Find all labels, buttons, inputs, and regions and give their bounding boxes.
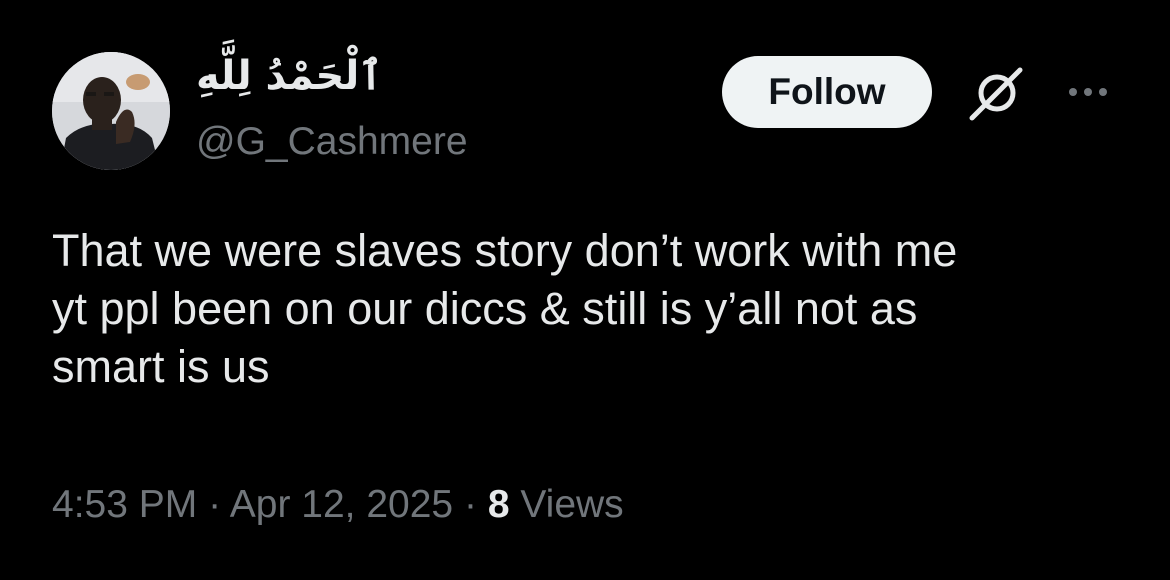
avatar[interactable]: [52, 52, 170, 170]
tweet-date[interactable]: Apr 12, 2025: [230, 483, 453, 526]
tweet-text-line: smart is us: [52, 341, 270, 392]
display-name[interactable]: ٱلْحَمْدُ لِلَّهِ: [196, 52, 383, 100]
separator: ·: [463, 483, 477, 526]
user-handle[interactable]: @G_Cashmere: [196, 118, 468, 166]
tweet-text-line: yt ppl been on our diccs & still is y’al…: [52, 283, 918, 334]
separator: ·: [208, 483, 222, 526]
tweet-card: ٱلْحَمْدُ لِلَّهِ @G_Cashmere Follow Tha…: [0, 0, 1170, 580]
tweet-text: That we were slaves story don’t work wit…: [52, 222, 1142, 396]
tweet-text-line: That we were slaves story don’t work wit…: [52, 225, 958, 276]
tweet-meta: 4:53 PM · Apr 12, 2025 · 8 Views: [52, 480, 624, 530]
profile-photo-icon: [52, 52, 170, 170]
views-count: 8: [487, 483, 510, 526]
views-label: Views: [520, 483, 624, 526]
follow-button[interactable]: Follow: [722, 56, 932, 128]
tweet-time[interactable]: 4:53 PM: [52, 483, 197, 526]
more-options-icon[interactable]: [1063, 74, 1113, 110]
grok-icon[interactable]: [966, 62, 1028, 124]
